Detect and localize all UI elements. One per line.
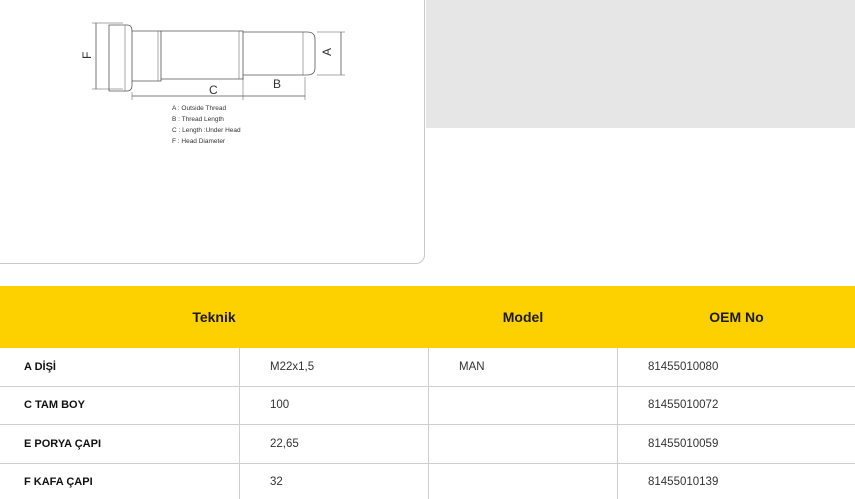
dim-label-b: B	[273, 77, 281, 91]
legend-item: C : Length :Under Head	[172, 127, 241, 134]
spec-value: 22,65	[240, 425, 429, 463]
spec-value: 32	[240, 463, 429, 499]
table-row: A DİŞİ M22x1,5 MAN 81455010080	[0, 348, 855, 387]
spec-value: 100	[240, 386, 429, 424]
legend-item: A : Outside Thread	[172, 105, 227, 112]
model-value: MAN	[429, 348, 618, 386]
dim-label-f: F	[80, 52, 94, 59]
header-model: Model	[502, 309, 544, 325]
oem-value: 81455010072	[648, 399, 719, 412]
spec-label: F KAFA ÇAPI	[0, 463, 240, 499]
oem-value: 81455010059	[648, 437, 719, 450]
spec-label: A DİŞİ	[0, 348, 240, 386]
spec-label: C TAM BOY	[0, 386, 240, 424]
product-image-panel	[426, 0, 855, 128]
header-oem: OEM No	[709, 309, 764, 325]
oem-value: 81455010139	[648, 476, 719, 489]
oem-value: 81455010080	[648, 360, 719, 373]
header-teknik: Teknik	[192, 309, 236, 325]
spec-label: E PORYA ÇAPI	[0, 425, 240, 463]
spec-table: Teknik Model OEM No A DİŞİ M22x1,5 MAN 8…	[0, 286, 855, 499]
spec-value: M22x1,5	[240, 348, 429, 386]
dim-label-c: C	[209, 83, 218, 97]
legend-item: B : Thread Length	[172, 116, 224, 123]
table-row: F KAFA ÇAPI 32 81455010139	[0, 463, 855, 499]
table-row: E PORYA ÇAPI 22,65 81455010059	[0, 425, 855, 464]
table-header: Teknik Model OEM No	[0, 286, 855, 348]
table-row: C TAM BOY 100 81455010072	[0, 386, 855, 425]
model-value	[429, 386, 618, 424]
legend-item: F : Head Diameter	[172, 138, 226, 145]
dim-label-a: A	[320, 48, 334, 56]
model-value	[429, 425, 618, 463]
drawing-legend: A : Outside Thread B : Thread Length C :…	[172, 103, 241, 147]
model-value	[429, 463, 618, 499]
product-drawing-card: F A C B A : Outside Thread B : Thread Le…	[0, 0, 425, 264]
